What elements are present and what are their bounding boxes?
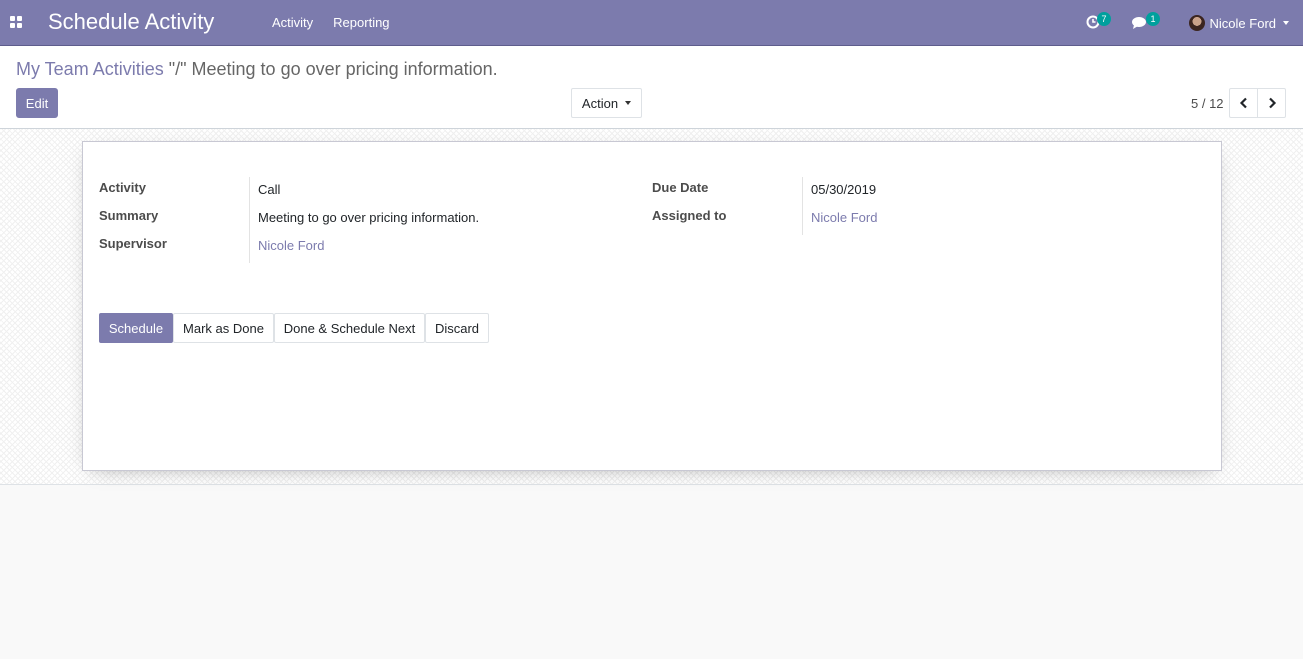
pager-previous-button[interactable] — [1229, 88, 1258, 118]
caret-down-icon — [625, 101, 632, 105]
done-schedule-next-button[interactable]: Done & Schedule Next — [274, 313, 425, 343]
chat-icon — [1132, 17, 1146, 29]
mark-as-done-button[interactable]: Mark as Done — [173, 313, 274, 343]
chevron-down-icon — [1283, 21, 1289, 25]
top-navbar: Schedule Activity Activity Reporting 7 1… — [0, 0, 1303, 46]
action-label: Action — [581, 95, 619, 111]
messages-systray[interactable]: 1 — [1131, 0, 1163, 46]
activity-label: Activity — [99, 180, 146, 195]
control-panel: My Team Activities "/" Meeting to go ove… — [0, 46, 1303, 129]
supervisor-link[interactable]: Nicole Ford — [258, 238, 324, 253]
breadcrumb: My Team Activities "/" Meeting to go ove… — [16, 59, 498, 80]
left-group-divider — [249, 177, 250, 263]
due-date-label: Due Date — [652, 180, 709, 195]
chevron-right-icon — [1268, 97, 1276, 109]
supervisor-label: Supervisor — [99, 236, 167, 251]
due-date-value: 05/30/2019 — [811, 182, 877, 197]
pager-next-button[interactable] — [1257, 88, 1286, 118]
activity-count-badge: 7 — [1097, 12, 1111, 26]
menu-item-activity[interactable]: Activity — [262, 0, 323, 46]
app-title: Schedule Activity — [48, 9, 215, 34]
summary-label: Summary — [99, 208, 159, 223]
edit-button[interactable]: Edit — [16, 88, 58, 118]
activity-systray[interactable]: 7 — [1086, 0, 1116, 46]
assigned-to-link[interactable]: Nicole Ford — [811, 210, 877, 225]
menu-item-reporting[interactable]: Reporting — [323, 0, 399, 46]
apps-menu-icon[interactable] — [10, 16, 22, 28]
activity-value: Call — [258, 182, 281, 197]
chevron-left-icon — [1239, 97, 1247, 109]
pager-value[interactable]: 5 / 12 — [1191, 96, 1224, 111]
breadcrumb-current: "/" Meeting to go over pricing informati… — [168, 59, 498, 79]
schedule-button[interactable]: Schedule — [99, 313, 173, 343]
assigned-to-label: Assigned to — [652, 208, 727, 223]
breadcrumb-parent[interactable]: My Team Activities — [16, 59, 164, 79]
right-group-divider — [802, 177, 803, 235]
action-dropdown-button[interactable]: Action — [571, 88, 642, 118]
discard-button[interactable]: Discard — [425, 313, 489, 343]
form-sheet: Activity Summary Supervisor Call Meeting… — [82, 141, 1222, 471]
user-menu[interactable]: Nicole Ford — [1188, 0, 1289, 46]
main-menu: Activity Reporting — [262, 0, 400, 46]
summary-value: Meeting to go over pricing information. — [258, 210, 480, 225]
avatar — [1188, 15, 1205, 31]
message-count-badge: 1 — [1146, 12, 1160, 26]
user-name: Nicole Ford — [1209, 15, 1276, 31]
